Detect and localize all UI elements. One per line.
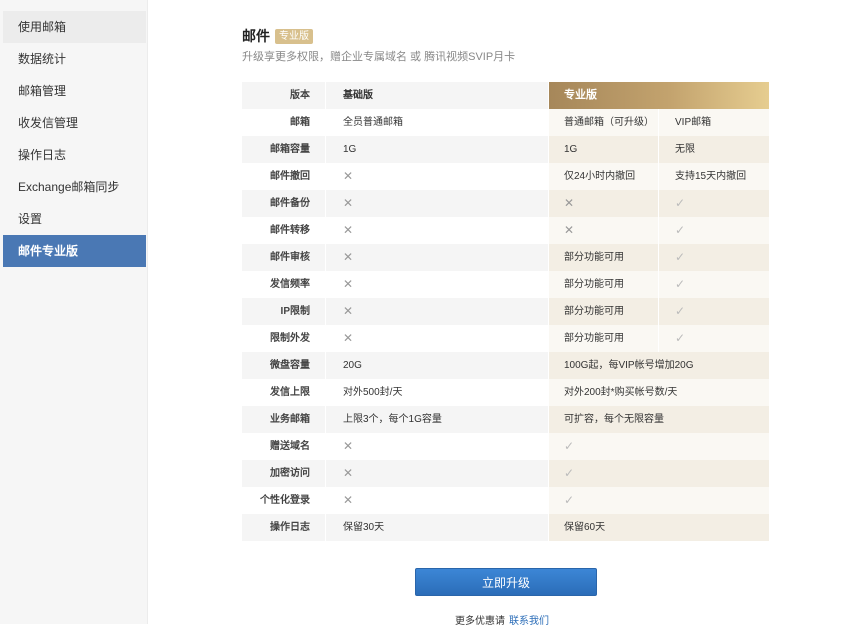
check-icon: ✓ [659,190,769,217]
contact-us-link[interactable]: 联系我们 [509,616,549,627]
sidebar-item-exchange-sync[interactable]: Exchange邮箱同步 [3,171,146,203]
check-icon: ✓ [549,487,769,514]
table-header-row: 版本 基础版 专业版 [242,82,769,109]
sidebar-item-mail-pro[interactable]: 邮件专业版 [3,235,146,267]
table-row: 邮件转移 ✕ ✕ ✓ [242,217,769,244]
cross-icon: ✕ [549,217,658,244]
header-version-label: 版本 [242,82,325,109]
row-label: 邮件转移 [242,217,325,244]
pro-standard-value: 部分功能可用 [549,298,658,325]
pro-badge: 专业版 [275,29,313,44]
check-icon: ✓ [549,433,769,460]
check-icon: ✓ [659,244,769,271]
comparison-table: 版本 基础版 专业版 邮箱 全员普通邮箱 普通邮箱（可升级） VIP邮箱 邮箱容量 1G 1… [242,82,769,541]
basic-value: 20G [326,352,548,379]
cross-icon: ✕ [326,163,548,190]
basic-value: 全员普通邮箱 [326,109,548,136]
row-label: 限制外发 [242,325,325,352]
table-row: 发信上限 对外500封/天 对外200封*购买帐号数/天 [242,379,769,406]
page-subtitle: 升级享更多权限，赠企业专属域名 或 腾讯视频SVIP月卡 [242,51,516,63]
pro-standard-value: 仅24小时内撤回 [549,163,658,190]
table-row: 微盘容量 20G 100G起，每VIP帐号增加20G [242,352,769,379]
basic-value: 保留30天 [326,514,548,541]
table-row: 个性化登录 ✕ ✓ [242,487,769,514]
row-label: IP限制 [242,298,325,325]
sidebar-item-statistics[interactable]: 数据统计 [3,43,146,75]
cross-icon: ✕ [326,487,548,514]
table-row: 邮件审核 ✕ 部分功能可用 ✓ [242,244,769,271]
pro-standard-value: 普通邮箱（可升级） [549,109,658,136]
table-row: 邮件撤回 ✕ 仅24小时内撤回 支持15天内撤回 [242,163,769,190]
row-label: 邮件撤回 [242,163,325,190]
table-row: 业务邮箱 上限3个，每个1G容量 可扩容，每个无限容量 [242,406,769,433]
row-label: 业务邮箱 [242,406,325,433]
row-label: 发信上限 [242,379,325,406]
table-row: 限制外发 ✕ 部分功能可用 ✓ [242,325,769,352]
cross-icon: ✕ [326,217,548,244]
table-row: 邮箱 全员普通邮箱 普通邮箱（可升级） VIP邮箱 [242,109,769,136]
row-label: 邮箱 [242,109,325,136]
pro-standard-value: 部分功能可用 [549,244,658,271]
pro-vip-value: 支持15天内撤回 [659,163,769,190]
table-row: 赠送域名 ✕ ✓ [242,433,769,460]
sidebar-item-use-mailbox[interactable]: 使用邮箱 [3,11,146,43]
cross-icon: ✕ [326,244,548,271]
footer: 更多优惠请 联系我们 [455,612,549,627]
row-label: 加密访问 [242,460,325,487]
table-row: 邮箱容量 1G 1G 无限 [242,136,769,163]
header-pro-label: 专业版 [549,82,769,109]
page-title: 邮件 专业版 [242,26,313,46]
cross-icon: ✕ [326,325,548,352]
check-icon: ✓ [549,460,769,487]
cross-icon: ✕ [326,433,548,460]
cross-icon: ✕ [326,271,548,298]
sidebar-item-operation-log[interactable]: 操作日志 [3,139,146,171]
footer-text: 更多优惠请 [455,616,505,627]
pro-standard-value: 部分功能可用 [549,271,658,298]
sidebar: 使用邮箱 数据统计 邮箱管理 收发信管理 操作日志 Exchange邮箱同步 设… [0,0,148,624]
pro-standard-value: 1G [549,136,658,163]
row-label: 赠送域名 [242,433,325,460]
row-label: 微盘容量 [242,352,325,379]
table-row: 发信频率 ✕ 部分功能可用 ✓ [242,271,769,298]
basic-value: 上限3个，每个1G容量 [326,406,548,433]
table-row: 加密访问 ✕ ✓ [242,460,769,487]
pro-standard-value: 部分功能可用 [549,325,658,352]
row-label: 个性化登录 [242,487,325,514]
cross-icon: ✕ [549,190,658,217]
row-label: 邮件审核 [242,244,325,271]
pro-vip-value: 无限 [659,136,769,163]
cross-icon: ✕ [326,298,548,325]
table-row: IP限制 ✕ 部分功能可用 ✓ [242,298,769,325]
page-title-text: 邮件 [242,28,270,44]
check-icon: ✓ [659,298,769,325]
row-label: 邮箱容量 [242,136,325,163]
sidebar-item-send-receive[interactable]: 收发信管理 [3,107,146,139]
check-icon: ✓ [659,217,769,244]
check-icon: ✓ [659,271,769,298]
upgrade-button[interactable]: 立即升级 [415,568,597,596]
pro-value: 对外200封*购买帐号数/天 [549,379,769,406]
row-label: 邮件备份 [242,190,325,217]
pro-value: 保留60天 [549,514,769,541]
pro-value: 可扩容，每个无限容量 [549,406,769,433]
basic-value: 1G [326,136,548,163]
cross-icon: ✕ [326,460,548,487]
check-icon: ✓ [659,325,769,352]
sidebar-item-settings[interactable]: 设置 [3,203,146,235]
pro-value: 100G起，每VIP帐号增加20G [549,352,769,379]
row-label: 发信频率 [242,271,325,298]
table-row: 操作日志 保留30天 保留60天 [242,514,769,541]
sidebar-item-mailbox-management[interactable]: 邮箱管理 [3,75,146,107]
cross-icon: ✕ [326,190,548,217]
header-basic-label: 基础版 [326,82,548,109]
table-row: 邮件备份 ✕ ✕ ✓ [242,190,769,217]
pro-vip-value: VIP邮箱 [659,109,769,136]
basic-value: 对外500封/天 [326,379,548,406]
row-label: 操作日志 [242,514,325,541]
